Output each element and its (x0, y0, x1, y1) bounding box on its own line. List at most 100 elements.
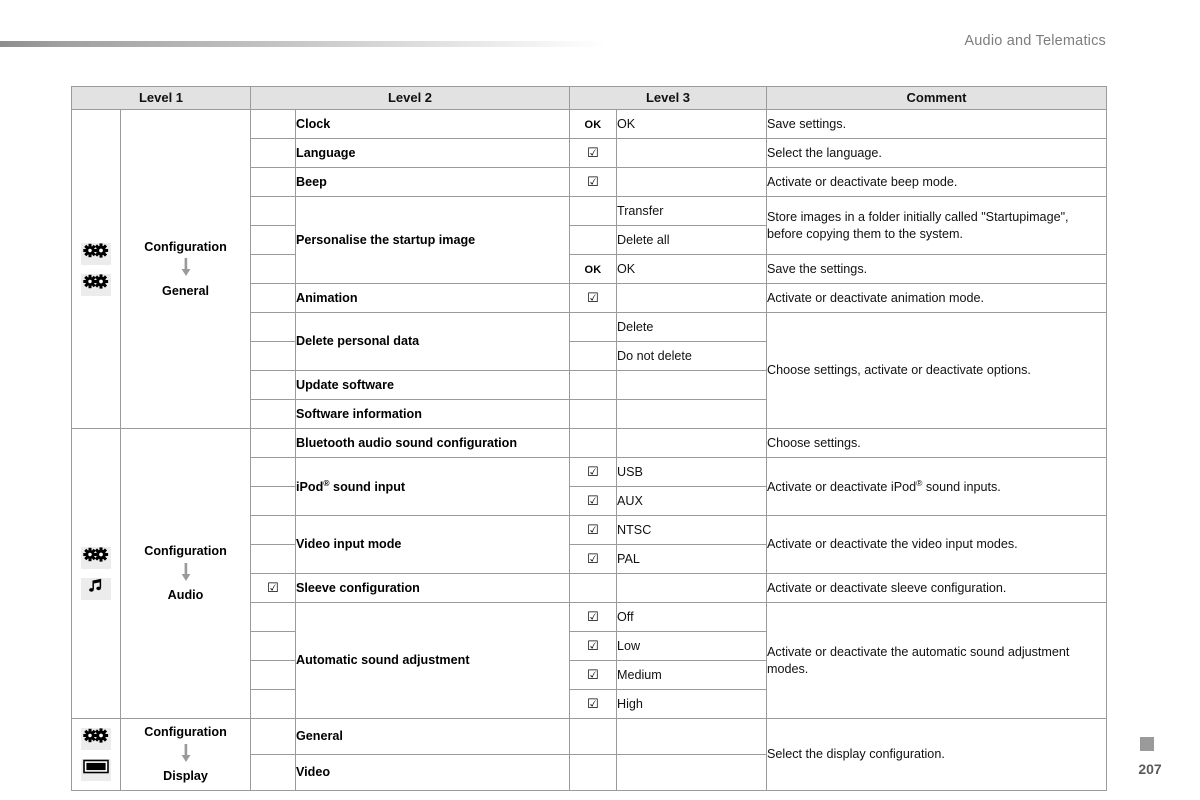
comment-text: Activate or deactivate the video input m… (766, 515, 1107, 574)
comment-text: Activate or deactivate sleeve configurat… (766, 573, 1107, 603)
level2-mark-cell (250, 283, 296, 313)
checkbox-checked-icon: ☑ (587, 144, 599, 160)
column-header-comment: Comment (766, 86, 1107, 110)
level3-label: AUX (616, 486, 767, 516)
level3-mark-cell: ☑ (569, 660, 617, 690)
checkbox-checked-icon: ☑ (587, 550, 599, 566)
comment-text: Choose settings, activate or deactivate … (766, 312, 1107, 429)
level3-label (616, 167, 767, 197)
column-header-level1: Level 1 (71, 86, 251, 110)
down-arrow-icon (121, 562, 250, 586)
level2-mark-cell (250, 660, 296, 690)
level1-cell-audio: Configuration Audio (120, 428, 251, 719)
level2-label: Delete personal data (295, 312, 570, 371)
level1-child-label: General (162, 283, 209, 298)
level3-mark-cell: ☑ (569, 283, 617, 313)
level3-mark-cell: ☑ (569, 602, 617, 632)
level2-label: Bluetooth audio sound configuration (295, 428, 570, 458)
ok-mark: OK (584, 118, 602, 131)
level2-mark-cell (250, 754, 296, 791)
level2-mark-cell (250, 718, 296, 755)
level3-label (616, 428, 767, 458)
section-icon-cell-audio (71, 428, 121, 719)
level2-mark-cell (250, 370, 296, 400)
level1-cell-display: Configuration Display (120, 718, 251, 791)
comment-text: Activate or deactivate beep mode. (766, 167, 1107, 197)
comment-text: Choose settings. (766, 428, 1107, 458)
level3-mark-cell: ☑ (569, 544, 617, 574)
comment-text: Store images in a folder initially calle… (766, 196, 1107, 255)
comment-text: Activate or deactivate iPod® sound input… (766, 457, 1107, 516)
level2-label: General (295, 718, 570, 755)
level3-mark-cell: ☑ (569, 631, 617, 661)
level3-label: OK (616, 109, 767, 139)
gears-icon (81, 547, 111, 569)
level1-cell-general: Configuration General (120, 109, 251, 429)
checkbox-checked-icon: ☑ (587, 463, 599, 479)
level2-label: Update software (295, 370, 570, 400)
level3-label (616, 718, 767, 755)
down-arrow-icon (121, 257, 250, 281)
settings-menu-table: Level 1 Level 2 Level 3 Comment Configur… (71, 86, 1107, 791)
level2-mark-cell (250, 254, 296, 284)
level2-mark-cell (250, 428, 296, 458)
table-row: Configuration General Clock OK OK Save settin… (71, 109, 1107, 429)
checkbox-checked-icon: ☑ (587, 173, 599, 189)
level3-mark-cell: OK (569, 109, 617, 139)
level2-mark-cell (250, 689, 296, 719)
section-title: Audio and Telematics (964, 33, 1106, 49)
level3-mark-cell: ☑ (569, 138, 617, 168)
level3-mark-cell: OK (569, 254, 617, 284)
level3-mark-cell (569, 370, 617, 400)
level3-label: OK (616, 254, 767, 284)
column-header-level3: Level 3 (569, 86, 767, 110)
level1-parent-label: Configuration (144, 239, 227, 254)
level2-mark-cell (250, 167, 296, 197)
level3-mark-cell (569, 754, 617, 791)
level3-label: Off (616, 602, 767, 632)
level3-label (616, 754, 767, 791)
level3-mark-cell (569, 196, 617, 226)
level2-label: Animation (295, 283, 570, 313)
level3-mark-cell (569, 341, 617, 371)
level2-mark-cell (250, 544, 296, 574)
column-header-level2: Level 2 (250, 86, 570, 110)
display-screen-icon (81, 759, 111, 781)
section-icon-cell-general (71, 109, 121, 429)
table-header-row: Level 1 Level 2 Level 3 Comment (71, 86, 1107, 110)
level2-label: Video (295, 754, 570, 791)
comment-text: Select the display configuration. (766, 718, 1107, 791)
level2-mark-cell (250, 196, 296, 226)
checkbox-checked-icon: ☑ (587, 695, 599, 711)
music-note-icon (81, 578, 111, 600)
table-row: Configuration Audio Bluetooth audio sound … (71, 428, 1107, 719)
level2-label: Beep (295, 167, 570, 197)
level2-mark-cell (250, 631, 296, 661)
comment-text: Save settings. (766, 109, 1107, 139)
level3-label (616, 573, 767, 603)
level2-label: Automatic sound adjustment (295, 602, 570, 719)
level2-label: Software information (295, 399, 570, 429)
checkbox-checked-icon: ☑ (587, 521, 599, 537)
level3-label (616, 138, 767, 168)
level3-mark-cell (569, 573, 617, 603)
comment-text: Activate or deactivate animation mode. (766, 283, 1107, 313)
checkbox-checked-icon: ☑ (267, 579, 279, 595)
level1-parent-label: Configuration (144, 725, 227, 740)
level3-label (616, 370, 767, 400)
level3-mark-cell (569, 312, 617, 342)
page-number: 207 (1138, 761, 1162, 777)
level3-label (616, 399, 767, 429)
level2-mark-cell (250, 225, 296, 255)
level3-mark-cell: ☑ (569, 515, 617, 545)
checkbox-checked-icon: ☑ (587, 492, 599, 508)
level3-mark-cell (569, 225, 617, 255)
level2-label: Sleeve configuration (295, 573, 570, 603)
comment-text: Activate or deactivate the automatic sou… (766, 602, 1107, 719)
down-arrow-icon (181, 743, 190, 762)
level2-mark-cell (250, 457, 296, 487)
level2-label: Video input mode (295, 515, 570, 574)
level3-label: NTSC (616, 515, 767, 545)
level2-label: Personalise the startup image (295, 196, 570, 284)
level2-mark-cell (250, 515, 296, 545)
